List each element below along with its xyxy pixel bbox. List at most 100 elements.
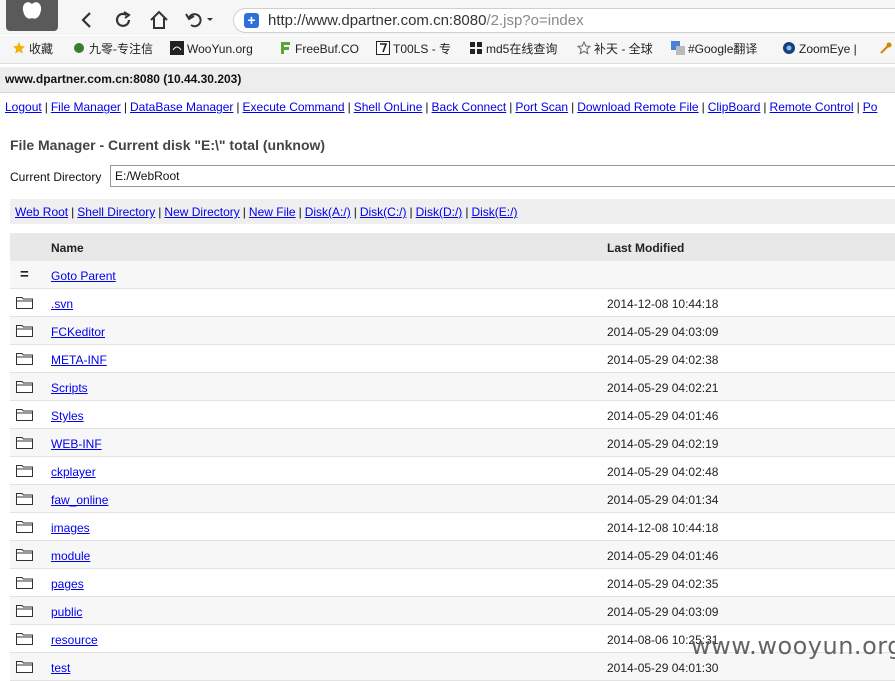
folder-link[interactable]: resource [51, 633, 98, 647]
folder-link[interactable]: pages [51, 577, 84, 591]
bookmark-favorites[interactable]: 收藏 [12, 41, 53, 57]
last-modified: 2014-05-29 04:01:30 [607, 661, 719, 675]
reload-button[interactable] [112, 9, 134, 31]
bookmark-google-translate[interactable]: #Google翻译 [671, 41, 757, 57]
menu-separator: | [425, 100, 429, 114]
folder-icon [16, 549, 33, 561]
folder-link[interactable]: public [51, 605, 82, 619]
menu-logout[interactable]: Logout [5, 100, 42, 114]
folder-icon [16, 297, 33, 309]
menu-download-remote-file[interactable]: Download Remote File [577, 100, 698, 114]
column-header-last-modified[interactable]: Last Modified [607, 241, 684, 255]
star-icon [13, 42, 25, 54]
last-modified: 2014-05-29 04:01:46 [607, 549, 719, 563]
home-button[interactable] [148, 9, 170, 31]
folder-link[interactable]: FCKeditor [51, 325, 105, 339]
table-row: Styles 2014-05-29 04:01:46 [10, 401, 895, 429]
table-row: .svn 2014-12-08 10:44:18 [10, 289, 895, 317]
bookmark-zoomeye[interactable]: ZoomEye | [782, 41, 857, 57]
bookmark-wooyun[interactable]: WooYun.org [170, 41, 253, 57]
undo-button[interactable] [183, 9, 217, 31]
column-header-name[interactable]: Name [51, 241, 84, 255]
menu-file-manager[interactable]: File Manager [51, 100, 121, 114]
current-directory-label: Current Directory [10, 170, 102, 184]
main-menu: Logout | File Manager | DataBase Manager | Exe… [5, 100, 877, 114]
host-bar: www.dpartner.com.cn:8080 (10.44.30.203) [0, 67, 895, 93]
back-button[interactable] [76, 9, 98, 31]
link-new-directory[interactable]: New Directory [164, 205, 239, 219]
bookmark-md5[interactable]: md5在线查询 [469, 41, 557, 57]
last-modified: 2014-05-29 04:02:19 [607, 437, 719, 451]
link-shell-directory[interactable]: Shell Directory [77, 205, 155, 219]
link-separator: | [71, 205, 75, 219]
watermark: www.wooyun.org [691, 632, 895, 660]
browser-menu-button[interactable] [6, 0, 58, 31]
link-new-file[interactable]: New File [249, 205, 296, 219]
folder-link[interactable]: module [51, 549, 90, 563]
menu-separator: | [509, 100, 513, 114]
menu-separator: | [856, 100, 860, 114]
last-modified: 2014-12-08 10:44:18 [607, 521, 719, 535]
bookmarks-bar: 收藏 九零-专注信 WooYun.org FreeBuf.CO T00LS - … [0, 36, 895, 64]
bookmark-tools[interactable]: T00LS - 专 [376, 41, 451, 57]
folder-link[interactable]: images [51, 521, 90, 535]
folder-icon [16, 437, 33, 449]
bookmark-label: 九零-专注信 [89, 42, 153, 56]
folder-icon [16, 661, 33, 673]
folder-link[interactable]: Scripts [51, 381, 88, 395]
site-shield-icon: + [244, 13, 259, 28]
last-modified: 2014-05-29 04:03:09 [607, 605, 719, 619]
link-separator: | [353, 205, 357, 219]
last-modified: 2014-12-08 10:44:18 [607, 297, 719, 311]
folder-link[interactable]: Styles [51, 409, 84, 423]
folder-link[interactable]: META-INF [51, 353, 107, 367]
menu-remote-control[interactable]: Remote Control [770, 100, 854, 114]
menu-port-map[interactable]: Po [863, 100, 878, 114]
address-bar[interactable]: + http://www.dpartner.com.cn:8080/2.jsp?… [233, 8, 895, 33]
arrow-left-icon [81, 12, 91, 28]
link-disk-a[interactable]: Disk(A:/) [305, 205, 351, 219]
last-modified: 2014-05-29 04:02:48 [607, 465, 719, 479]
bookmark-label: FreeBuf.CO [295, 42, 360, 56]
table-row: pages 2014-05-29 04:02:35 [10, 569, 895, 597]
menu-separator: | [347, 100, 351, 114]
table-row: public 2014-05-29 04:03:09 [10, 597, 895, 625]
last-modified: 2014-05-29 04:02:35 [607, 577, 719, 591]
folder-link[interactable]: .svn [51, 297, 73, 311]
goto-parent-link[interactable]: Goto Parent [51, 269, 116, 283]
table-row: META-INF 2014-05-29 04:02:38 [10, 345, 895, 373]
page-title: File Manager - Current disk "E:\" total … [10, 137, 326, 153]
last-modified: 2014-05-29 04:01:46 [607, 409, 719, 423]
bookmark-freebuf[interactable]: FreeBuf.CO [278, 41, 359, 57]
bookmark-overflow[interactable] [879, 41, 895, 57]
current-directory-input[interactable] [110, 165, 895, 187]
menu-separator: | [44, 100, 48, 114]
menu-shell-online[interactable]: Shell OnLine [354, 100, 423, 114]
folder-link[interactable]: ckplayer [51, 465, 96, 479]
last-modified: 2014-05-29 04:02:38 [607, 353, 719, 367]
menu-back-connect[interactable]: Back Connect [432, 100, 507, 114]
menu-port-scan[interactable]: Port Scan [515, 100, 568, 114]
bookmark-butian[interactable]: 补天 - 全球 [577, 41, 653, 57]
undo-icon [185, 13, 213, 28]
folder-link[interactable]: test [51, 661, 70, 675]
link-disk-c[interactable]: Disk(C:/) [360, 205, 407, 219]
eye-icon [783, 42, 795, 54]
link-web-root[interactable]: Web Root [15, 205, 68, 219]
table-row: faw_online 2014-05-29 04:01:34 [10, 485, 895, 513]
wooyun-icon [170, 41, 184, 55]
folder-link[interactable]: faw_online [51, 493, 108, 507]
bookmark-label: 补天 - 全球 [594, 42, 653, 56]
link-disk-d[interactable]: Disk(D:/) [416, 205, 463, 219]
menu-execute-command[interactable]: Execute Command [243, 100, 345, 114]
bookmark-label: 收藏 [29, 42, 54, 56]
menu-clipboard[interactable]: ClipBoard [708, 100, 761, 114]
folder-icon [16, 521, 33, 533]
menu-separator: | [571, 100, 575, 114]
folder-link[interactable]: WEB-INF [51, 437, 102, 451]
bookmark-jiuling[interactable]: 九零-专注信 [72, 41, 153, 57]
folder-icon [16, 409, 33, 421]
menu-database-manager[interactable]: DataBase Manager [130, 100, 233, 114]
link-separator: | [298, 205, 302, 219]
link-disk-e[interactable]: Disk(E:/) [471, 205, 517, 219]
